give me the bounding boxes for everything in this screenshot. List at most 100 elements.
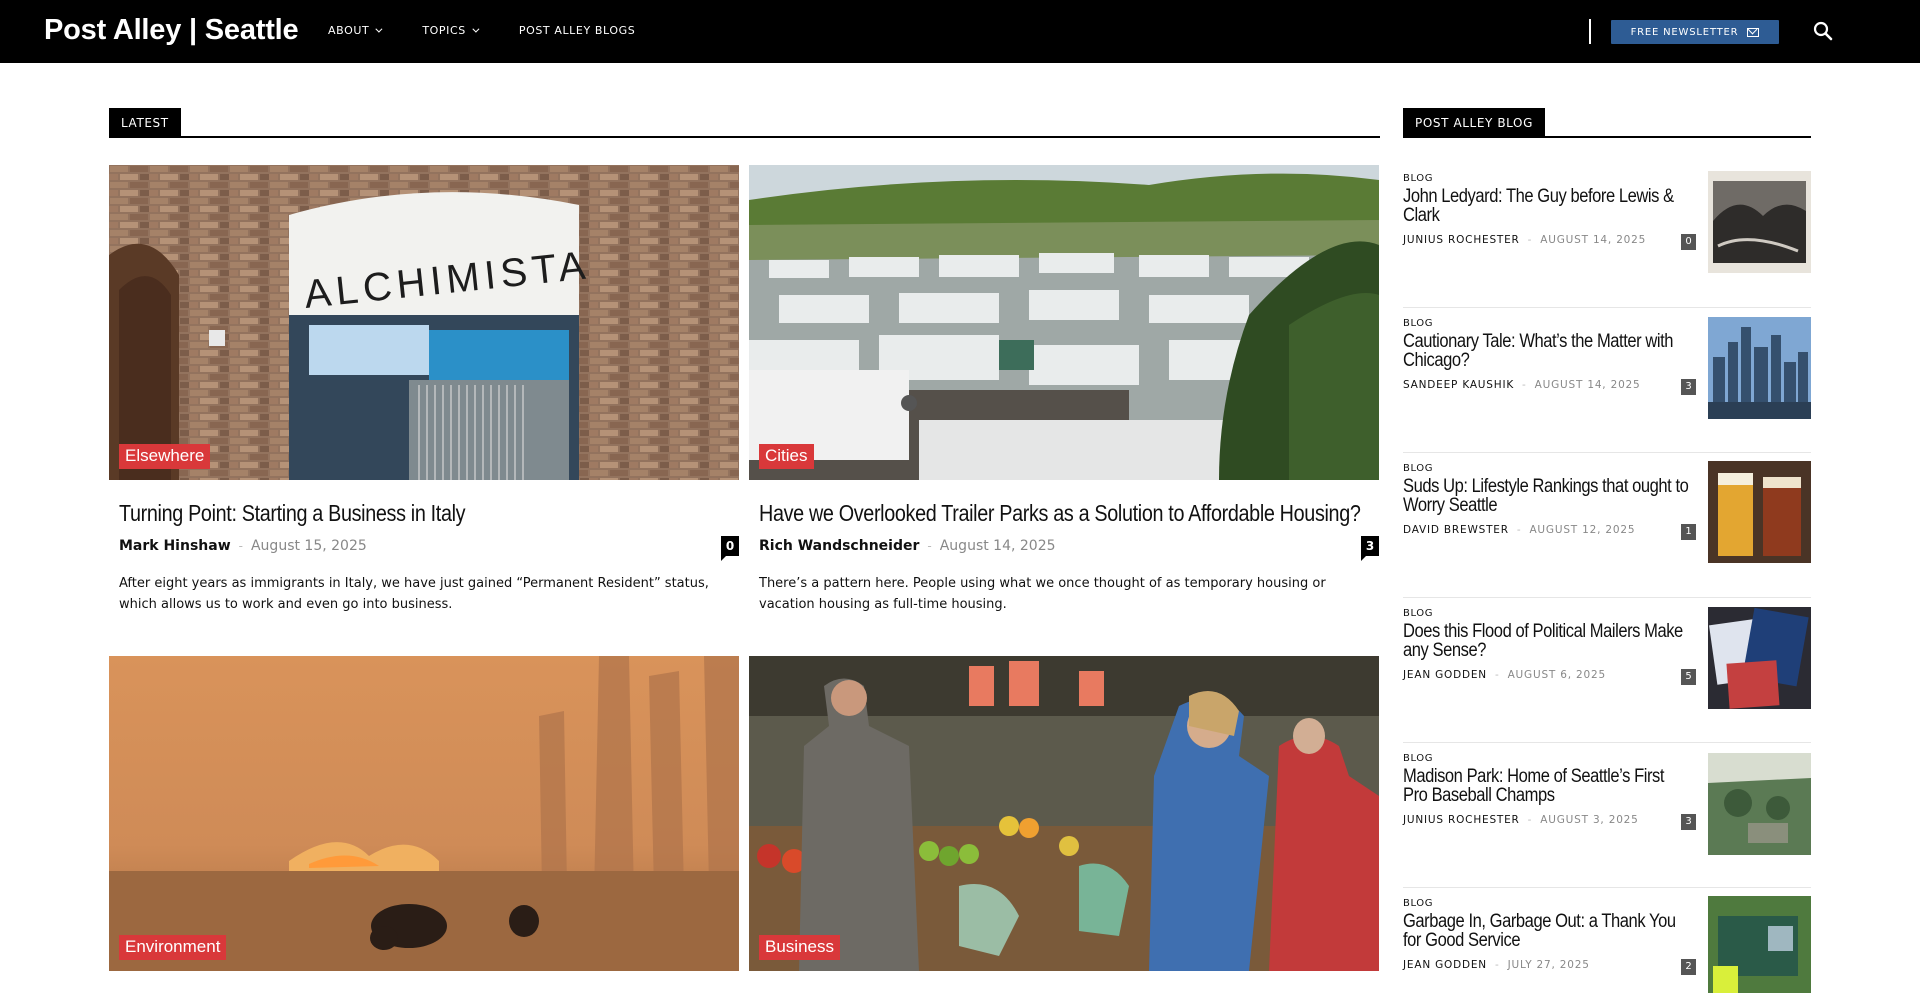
blog-list-item: BLOG John Ledyard: The Guy before Lewis … bbox=[1403, 163, 1811, 308]
vintage-park-image bbox=[1708, 753, 1811, 855]
nav-item-label: ABOUT bbox=[328, 24, 370, 37]
comment-count[interactable]: 3 bbox=[1681, 814, 1696, 830]
comment-count[interactable]: 2 bbox=[1681, 959, 1696, 975]
article-author[interactable]: Rich Wandschneider bbox=[759, 538, 919, 554]
search-icon[interactable] bbox=[1812, 20, 1834, 42]
blog-meta: JUNIUS ROCHESTER - AUGUST 14, 2025 bbox=[1403, 234, 1646, 246]
comment-count[interactable]: 5 bbox=[1681, 669, 1696, 685]
comment-count[interactable]: 3 bbox=[1681, 379, 1696, 395]
newsletter-button[interactable]: FREE NEWSLETTER bbox=[1611, 20, 1779, 44]
latest-section-heading: LATEST bbox=[109, 108, 1380, 138]
article-card: Business bbox=[749, 656, 1379, 971]
blog-thumbnail[interactable] bbox=[1708, 753, 1811, 855]
city-skyline-image bbox=[1708, 317, 1811, 419]
article-date: August 14, 2025 bbox=[939, 538, 1056, 554]
article-title[interactable]: Have we Overlooked Trailer Parks as a So… bbox=[759, 500, 1361, 527]
market-stall-image bbox=[749, 656, 1379, 971]
article-card: ALCHIMISTA Elsewhere Turning Point: Star… bbox=[109, 165, 739, 615]
main-nav: ABOUT TOPICS POST ALLEY BLOGS bbox=[328, 24, 677, 37]
blog-kicker[interactable]: BLOG bbox=[1403, 463, 1433, 474]
blog-author[interactable]: JUNIUS ROCHESTER bbox=[1403, 814, 1520, 826]
blog-date: AUGUST 3, 2025 bbox=[1540, 814, 1639, 826]
blog-date: AUGUST 14, 2025 bbox=[1534, 379, 1641, 391]
top-bar: Post Alley | Seattle ABOUT TOPICS POST A… bbox=[0, 0, 1920, 63]
trailer-park-image bbox=[749, 165, 1379, 480]
blog-title[interactable]: Does this Flood of Political Mailers Mak… bbox=[1403, 622, 1690, 660]
article-date: August 15, 2025 bbox=[250, 538, 367, 554]
article-image[interactable]: Business bbox=[749, 656, 1379, 971]
blog-date: AUGUST 14, 2025 bbox=[1540, 234, 1647, 246]
wildfire-bison-image bbox=[109, 656, 739, 971]
blog-date: JULY 27, 2025 bbox=[1507, 959, 1590, 971]
blog-kicker[interactable]: BLOG bbox=[1403, 753, 1433, 764]
blog-meta: DAVID BREWSTER - AUGUST 12, 2025 bbox=[1403, 524, 1635, 536]
meta-separator: - bbox=[927, 539, 932, 553]
blog-thumbnail[interactable] bbox=[1708, 607, 1811, 709]
blog-list-item: BLOG Cautionary Tale: What’s the Matter … bbox=[1403, 308, 1811, 453]
comment-count[interactable]: 3 bbox=[1361, 536, 1379, 561]
blog-title[interactable]: Suds Up: Lifestyle Rankings that ought t… bbox=[1403, 477, 1690, 515]
meta-separator: - bbox=[1494, 959, 1500, 971]
blog-author[interactable]: JEAN GODDEN bbox=[1403, 669, 1487, 681]
blog-list-item: BLOG Madison Park: Home of Seattle’s Fir… bbox=[1403, 743, 1811, 888]
blog-kicker[interactable]: BLOG bbox=[1403, 318, 1433, 329]
blog-author[interactable]: SANDEEP KAUSHIK bbox=[1403, 379, 1514, 391]
blog-list-item: BLOG Suds Up: Lifestyle Rankings that ou… bbox=[1403, 453, 1811, 598]
blog-title[interactable]: Cautionary Tale: What’s the Matter with … bbox=[1403, 332, 1690, 370]
blog-kicker[interactable]: BLOG bbox=[1403, 173, 1433, 184]
blog-meta: JEAN GODDEN - JULY 27, 2025 bbox=[1403, 959, 1590, 971]
comment-count[interactable]: 0 bbox=[1681, 234, 1696, 250]
nav-item-post-alley-blogs[interactable]: POST ALLEY BLOGS bbox=[519, 24, 636, 37]
category-badge[interactable]: Cities bbox=[759, 444, 814, 469]
political-mailers-image bbox=[1708, 607, 1811, 709]
blog-title[interactable]: Garbage In, Garbage Out: a Thank You for… bbox=[1403, 912, 1690, 950]
blog-author[interactable]: DAVID BREWSTER bbox=[1403, 524, 1509, 536]
blog-kicker[interactable]: BLOG bbox=[1403, 898, 1433, 909]
meta-separator: - bbox=[1522, 379, 1527, 391]
article-title[interactable]: Turning Point: Starting a Business in It… bbox=[119, 500, 644, 527]
blog-date: AUGUST 12, 2025 bbox=[1529, 524, 1636, 536]
nav-item-topics[interactable]: TOPICS bbox=[422, 24, 480, 37]
category-badge[interactable]: Business bbox=[759, 935, 840, 960]
comment-count[interactable]: 0 bbox=[721, 536, 739, 561]
meta-separator: - bbox=[1516, 524, 1522, 536]
category-badge[interactable]: Environment bbox=[119, 935, 227, 960]
newsletter-label: FREE NEWSLETTER bbox=[1630, 26, 1739, 38]
header-divider bbox=[1589, 19, 1591, 44]
blog-section-heading: POST ALLEY BLOG bbox=[1403, 108, 1811, 138]
article-excerpt: After eight years as immigrants in Italy… bbox=[119, 576, 709, 612]
meta-separator: - bbox=[238, 539, 243, 553]
article-image[interactable]: ALCHIMISTA Elsewhere bbox=[109, 165, 739, 480]
article-author[interactable]: Mark Hinshaw bbox=[119, 538, 231, 554]
blog-author[interactable]: JEAN GODDEN bbox=[1403, 959, 1487, 971]
blog-heading-label: POST ALLEY BLOG bbox=[1403, 108, 1545, 138]
meta-separator: - bbox=[1527, 814, 1533, 826]
category-badge[interactable]: Elsewhere bbox=[119, 444, 211, 469]
engraving-image bbox=[1708, 171, 1811, 273]
blog-list-item: BLOG Does this Flood of Political Mailer… bbox=[1403, 598, 1811, 743]
article-excerpt: There’s a pattern here. People using wha… bbox=[759, 576, 1326, 612]
blog-thumbnail[interactable] bbox=[1708, 317, 1811, 419]
nav-item-about[interactable]: ABOUT bbox=[328, 24, 383, 37]
blog-thumbnail[interactable] bbox=[1708, 896, 1811, 993]
mail-icon bbox=[1747, 27, 1760, 37]
blog-author[interactable]: JUNIUS ROCHESTER bbox=[1403, 234, 1520, 246]
site-logo[interactable]: Post Alley | Seattle bbox=[44, 14, 299, 47]
chevron-down-icon bbox=[375, 25, 383, 33]
article-card: Cities Have we Overlooked Trailer Parks … bbox=[749, 165, 1379, 615]
article-image[interactable]: Environment bbox=[109, 656, 739, 971]
nav-item-label: POST ALLEY BLOGS bbox=[518, 24, 636, 37]
article-image[interactable]: Cities bbox=[749, 165, 1379, 480]
chevron-down-icon bbox=[472, 25, 480, 33]
blog-title[interactable]: John Ledyard: The Guy before Lewis & Cla… bbox=[1403, 187, 1690, 225]
blog-kicker[interactable]: BLOG bbox=[1403, 608, 1433, 619]
blog-meta: SANDEEP KAUSHIK - AUGUST 14, 2025 bbox=[1403, 379, 1641, 391]
blog-title[interactable]: Madison Park: Home of Seattle’s First Pr… bbox=[1403, 767, 1690, 805]
latest-heading-label: LATEST bbox=[109, 108, 181, 138]
blog-thumbnail[interactable] bbox=[1708, 171, 1811, 273]
article-meta: Mark Hinshaw - August 15, 2025 0 bbox=[119, 535, 739, 561]
article-card: Environment bbox=[109, 656, 739, 971]
comment-count[interactable]: 1 bbox=[1681, 524, 1696, 540]
blog-thumbnail[interactable] bbox=[1708, 461, 1811, 563]
meta-separator: - bbox=[1494, 669, 1500, 681]
